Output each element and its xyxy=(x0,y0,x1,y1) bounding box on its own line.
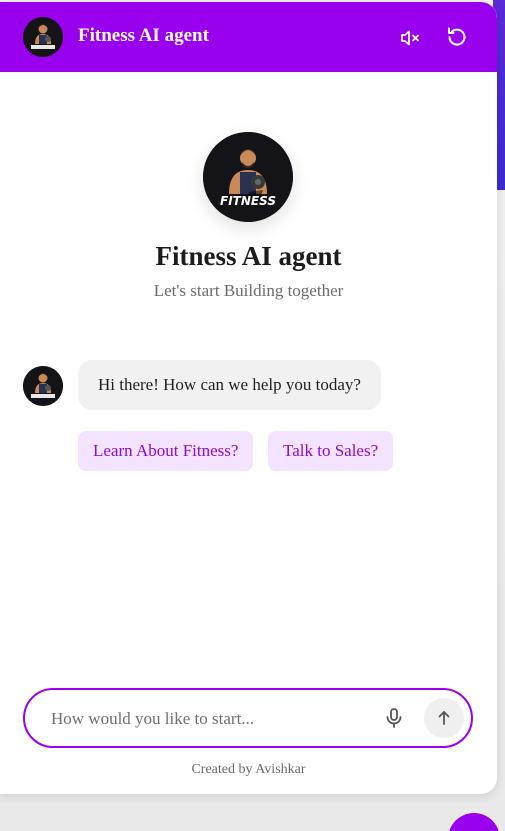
speaker-muted-icon xyxy=(401,30,419,46)
hero-logo: FITNESS xyxy=(203,132,293,222)
suggestion-talk-to-sales[interactable]: Talk to Sales? xyxy=(268,431,394,471)
hero-subtitle: Let's start Building together xyxy=(153,281,344,300)
hero-title: Fitness AI agent xyxy=(155,241,342,271)
microphone-button[interactable] xyxy=(382,706,406,730)
chat-header: Fitness AI agent xyxy=(0,2,497,72)
refresh-icon xyxy=(448,27,466,46)
footer-credit: Created by Avishkar xyxy=(191,762,306,777)
reset-button[interactable] xyxy=(445,25,469,49)
suggestion-learn-about-fitness[interactable]: Learn About Fitness? xyxy=(78,431,254,471)
bot-message-bubble: Hi there! How can we help you today? xyxy=(78,360,381,410)
microphone-icon xyxy=(386,708,402,728)
arrow-up-icon xyxy=(438,711,450,725)
send-button[interactable] xyxy=(424,698,464,738)
chat-widget: Fitness AI agent FITNESS Fitness AI agen… xyxy=(0,2,497,794)
fitness-logo-icon xyxy=(23,17,63,57)
hero-logo-text: FITNESS xyxy=(220,194,276,208)
bot-avatar xyxy=(23,366,63,406)
message-input[interactable] xyxy=(49,690,373,748)
message-composer xyxy=(23,688,473,748)
header-title: Fitness AI agent xyxy=(78,25,209,46)
mute-button[interactable] xyxy=(398,26,422,50)
